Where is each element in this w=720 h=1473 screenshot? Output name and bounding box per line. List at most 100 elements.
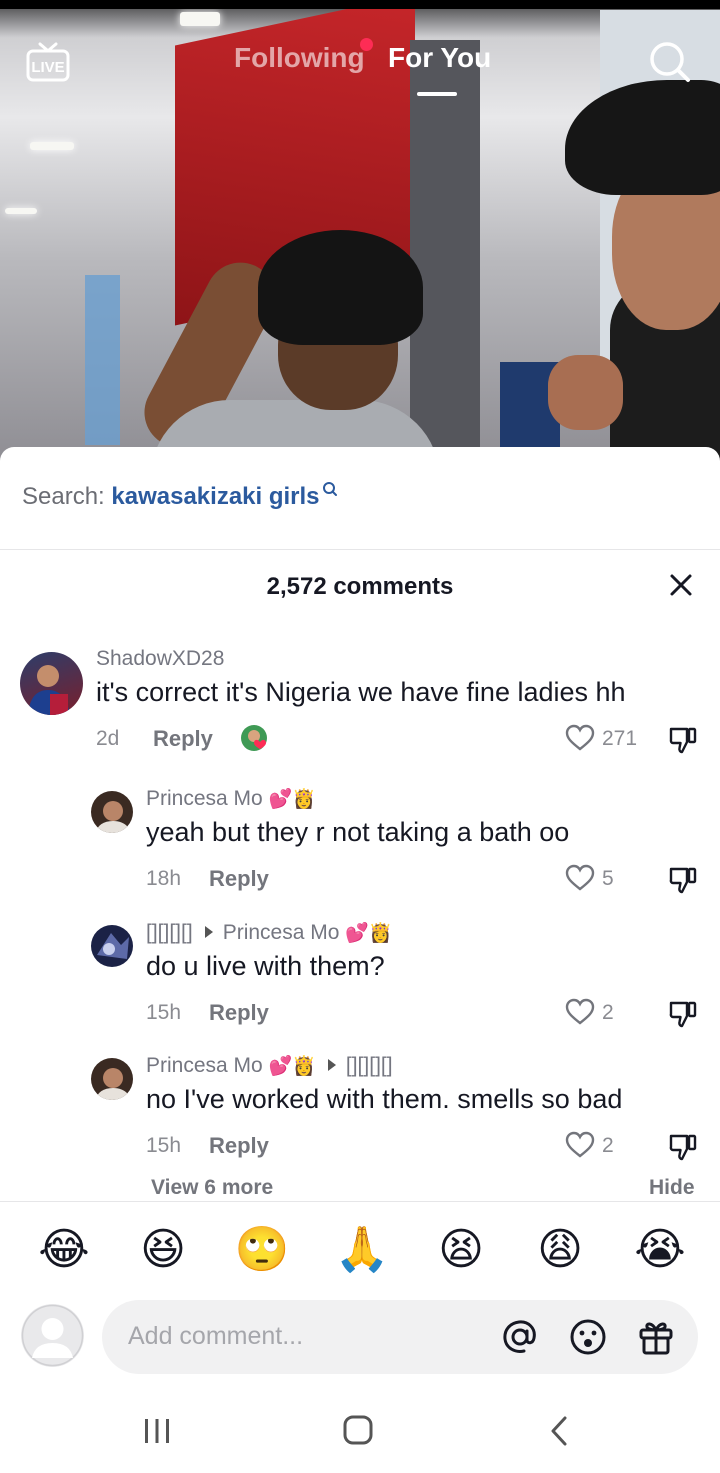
username-text: [][][][] <box>146 921 193 944</box>
tab-following[interactable]: Following <box>234 42 365 74</box>
reply-item: Princesa Mo 💕👸 yeah but they r not takin… <box>0 787 720 897</box>
search-suggestion-term[interactable]: kawasakizaki girls <box>111 483 319 510</box>
comment-item: ShadowXD28 it's correct it's Nigeria we … <box>0 647 720 757</box>
comment-username[interactable]: Princesa Mo 💕👸 <box>146 787 316 811</box>
comment-text: no I've worked with them. smells so bad <box>146 1084 623 1114</box>
reply-button[interactable]: Reply <box>209 1133 269 1159</box>
mention-icon[interactable] <box>500 1317 540 1357</box>
comment-input-placeholder: Add comment... <box>128 1322 304 1350</box>
liked-by-creator-icon <box>241 725 267 751</box>
notification-dot <box>360 38 373 51</box>
emoji-weary-button[interactable]: 😩 <box>532 1222 588 1278</box>
my-avatar <box>21 1304 84 1367</box>
search-suggestion-prefix: Search: <box>22 483 105 510</box>
avatar-image <box>97 933 129 959</box>
gift-icon[interactable] <box>636 1317 676 1357</box>
comment-time: 18h <box>146 867 182 890</box>
top-navigation: LIVE Following For You <box>0 30 720 100</box>
dislike-icon[interactable] <box>668 865 698 895</box>
system-navigation-bar <box>0 1393 720 1473</box>
comment-text: do u live with them? <box>146 951 385 981</box>
avatar-image <box>95 801 131 833</box>
emoji-tears-of-joy-button[interactable]: 😂 <box>36 1222 92 1278</box>
like-count: 5 <box>602 867 614 890</box>
username-text: Princesa Mo <box>146 1054 263 1077</box>
comments-sheet: Search: kawasakizaki girls 2,572 comment… <box>0 447 720 1473</box>
live-tv-icon: LIVE <box>26 42 70 82</box>
avatar[interactable] <box>91 791 133 833</box>
comment-time: 15h <box>146 1001 182 1024</box>
username-emoji: 💕👸 <box>268 789 316 810</box>
ceiling-light <box>30 142 74 150</box>
comment-username[interactable]: [][][][] Princesa Mo 💕👸 <box>146 921 393 945</box>
like-heart-icon[interactable] <box>565 1131 595 1159</box>
person-durag <box>258 230 423 345</box>
live-button[interactable]: LIVE <box>26 42 70 82</box>
divider <box>0 549 720 550</box>
username-text: Princesa Mo <box>146 787 263 810</box>
search-suggestion[interactable]: Search: kawasakizaki girls <box>22 482 338 511</box>
recent-apps-icon[interactable] <box>137 1413 177 1449</box>
ceiling-light <box>180 12 220 26</box>
emoji-tired-button[interactable]: 😫 <box>433 1222 489 1278</box>
comment-time: 15h <box>146 1134 182 1157</box>
quick-emoji-bar: 😂 😆 🙄 🙏 😫 😩 😭 <box>0 1222 720 1282</box>
close-icon <box>670 574 692 596</box>
like-heart-icon[interactable] <box>565 724 595 752</box>
comment-username[interactable]: ShadowXD28 <box>96 647 224 671</box>
reply-button[interactable]: Reply <box>209 1000 269 1026</box>
dislike-icon[interactable] <box>668 999 698 1029</box>
avatar[interactable] <box>20 652 83 715</box>
tab-for-you[interactable]: For You <box>388 42 491 74</box>
store-dark-wall <box>410 40 480 470</box>
emoji-crying-button[interactable]: 😭 <box>632 1222 688 1278</box>
reply-button[interactable]: Reply <box>153 726 213 752</box>
reply-item: [][][][] Princesa Mo 💕👸 do u live with th… <box>0 921 720 1031</box>
like-count: 271 <box>602 727 638 750</box>
comment-input[interactable]: Add comment... <box>102 1300 698 1374</box>
store-blue-pillar <box>85 275 120 445</box>
svg-text:LIVE: LIVE <box>31 59 64 76</box>
like-count: 2 <box>602 1134 614 1157</box>
search-icon <box>322 482 337 496</box>
like-heart-icon[interactable] <box>565 864 595 892</box>
avatar[interactable] <box>91 925 133 967</box>
dislike-icon[interactable] <box>668 1132 698 1162</box>
comment-text: yeah but they r not taking a bath oo <box>146 817 570 847</box>
divider <box>0 1201 720 1202</box>
close-button[interactable] <box>666 570 696 600</box>
status-bar <box>0 0 720 9</box>
reply-to-username: [][][][] <box>345 1054 393 1077</box>
ceiling-light <box>5 208 37 214</box>
comment-count: 2,572 comments <box>266 573 454 600</box>
reply-button[interactable]: Reply <box>209 866 269 892</box>
like-heart-icon[interactable] <box>565 998 595 1026</box>
emoji-pray-button[interactable]: 🙏 <box>334 1222 390 1278</box>
avatar[interactable] <box>91 1058 133 1100</box>
reply-item: Princesa Mo 💕👸 [][][][] no I've worked wi… <box>0 1054 720 1164</box>
comment-time: 2d <box>96 727 120 750</box>
reply-to-username: Princesa Mo <box>222 921 340 944</box>
like-count: 2 <box>602 1001 614 1024</box>
search-button[interactable] <box>648 40 692 84</box>
home-icon[interactable] <box>338 1413 378 1449</box>
back-icon[interactable] <box>540 1413 580 1449</box>
reply-arrow-icon <box>327 1059 336 1072</box>
default-avatar-icon <box>21 1304 84 1367</box>
username-emoji: 💕👸 <box>268 1056 316 1077</box>
username-emoji: 💕👸 <box>345 923 393 944</box>
avatar-image <box>28 665 70 715</box>
emoji-laughing-button[interactable]: 😆 <box>135 1222 191 1278</box>
dislike-icon[interactable] <box>668 725 698 755</box>
reply-arrow-icon <box>204 926 213 939</box>
hide-replies-button[interactable]: Hide <box>649 1176 695 1200</box>
emoji-picker-icon[interactable] <box>568 1317 608 1357</box>
view-more-replies-button[interactable]: View 6 more <box>151 1176 273 1200</box>
emoji-eye-roll-button[interactable]: 🙄 <box>234 1222 290 1278</box>
avatar-image <box>95 1068 131 1100</box>
comment-username[interactable]: Princesa Mo 💕👸 [][][][] <box>146 1054 393 1078</box>
active-tab-indicator <box>417 92 457 96</box>
comment-text: it's correct it's Nigeria we have fine l… <box>96 677 626 707</box>
search-icon <box>650 42 690 82</box>
person-fist <box>548 355 623 430</box>
